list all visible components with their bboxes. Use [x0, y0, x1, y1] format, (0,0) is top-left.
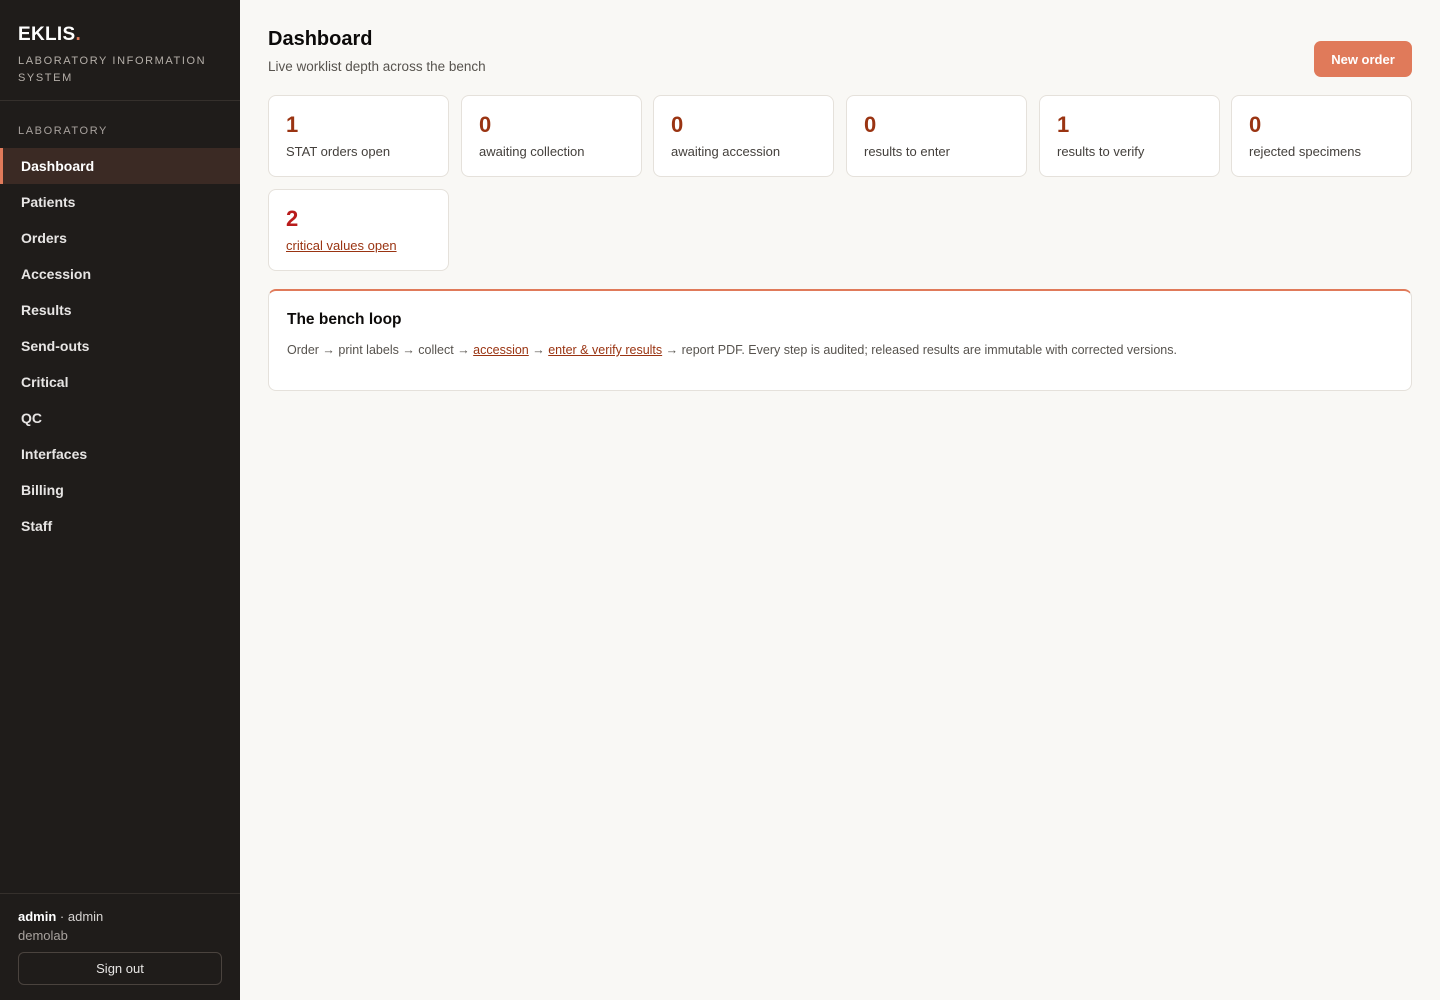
new-order-button[interactable]: New order: [1314, 41, 1412, 77]
stat-label: results to verify: [1057, 144, 1145, 159]
sidebar-item-staff[interactable]: Staff: [0, 508, 240, 544]
page-title: Dashboard: [268, 28, 373, 50]
stat-label: rejected specimens: [1249, 144, 1361, 159]
panel-text-start: Order → print labels → collect →: [287, 343, 474, 357]
sidebar-footer: admin · admin demolab Sign out: [0, 893, 240, 1000]
sidebar-item-critical[interactable]: Critical: [0, 364, 240, 400]
stat-value: 0: [671, 112, 684, 137]
brand-logo[interactable]: EKLIS.: [18, 24, 222, 46]
sidebar: EKLIS. LABORATORY INFORMATION SYSTEM LAB…: [0, 0, 240, 1000]
sidebar-item-accession[interactable]: Accession: [0, 256, 240, 292]
panel-arrow: →: [528, 343, 549, 357]
stat-card-awaiting-accession: 0 awaiting accession: [653, 95, 834, 177]
stat-label: results to enter: [864, 144, 950, 159]
sidebar-item-send-outs[interactable]: Send-outs: [0, 328, 240, 364]
panel-title: The bench loop: [287, 311, 402, 328]
sidebar-item-billing[interactable]: Billing: [0, 472, 240, 508]
panel-text: Order → print labels → collect → accessi…: [287, 343, 1393, 357]
stat-value: 0: [479, 112, 492, 137]
user-role: admin: [67, 909, 104, 924]
brand-name: EKLIS: [18, 24, 76, 45]
sidebar-item-orders[interactable]: Orders: [0, 220, 240, 256]
bench-loop-panel: The bench loop Order → print labels → co…: [268, 289, 1412, 391]
user-separator: ·: [56, 909, 68, 924]
sidebar-item-results[interactable]: Results: [0, 292, 240, 328]
panel-text-end: → report PDF. Every step is audited; rel…: [662, 343, 1177, 357]
sidebar-item-dashboard[interactable]: Dashboard: [0, 148, 240, 184]
user-info: admin · admin: [18, 909, 222, 924]
sidebar-item-patients[interactable]: Patients: [0, 184, 240, 220]
stat-card-stat-orders: 1 STAT orders open: [268, 95, 449, 177]
stat-card-critical-values: 2 critical values open: [268, 189, 449, 271]
stat-card-rejected-specimens: 0 rejected specimens: [1231, 95, 1412, 177]
stat-card-results-to-verify: 1 results to verify: [1039, 95, 1220, 177]
accession-link[interactable]: accession: [473, 343, 529, 357]
brand-subtitle: LABORATORY INFORMATION SYSTEM: [18, 55, 207, 84]
stat-value: 0: [864, 112, 877, 137]
stat-value: 1: [286, 112, 299, 137]
brand: EKLIS. LABORATORY INFORMATION SYSTEM: [0, 0, 240, 101]
stat-card-awaiting-collection: 0 awaiting collection: [461, 95, 642, 177]
stat-label: STAT orders open: [286, 144, 391, 159]
stat-label: awaiting accession: [671, 144, 781, 159]
nav-section-label: LABORATORY: [18, 125, 108, 137]
stat-value: 1: [1057, 112, 1070, 137]
sign-out-button[interactable]: Sign out: [18, 952, 222, 985]
user-org: demolab: [18, 928, 68, 943]
brand-dot: .: [75, 24, 82, 45]
critical-values-link[interactable]: critical values open: [286, 238, 431, 253]
sidebar-item-qc[interactable]: QC: [0, 400, 240, 436]
enter-verify-results-link[interactable]: enter & verify results: [548, 343, 662, 357]
stat-value: 2: [286, 206, 299, 231]
page-subtitle: Live worklist depth across the bench: [268, 59, 486, 74]
stat-card-results-to-enter: 0 results to enter: [846, 95, 1027, 177]
user-name: admin: [18, 909, 57, 924]
stat-label: awaiting collection: [479, 144, 585, 159]
sidebar-nav: Dashboard Patients Orders Accession Resu…: [0, 148, 240, 544]
sidebar-item-interfaces[interactable]: Interfaces: [0, 436, 240, 472]
stat-value: 0: [1249, 112, 1262, 137]
